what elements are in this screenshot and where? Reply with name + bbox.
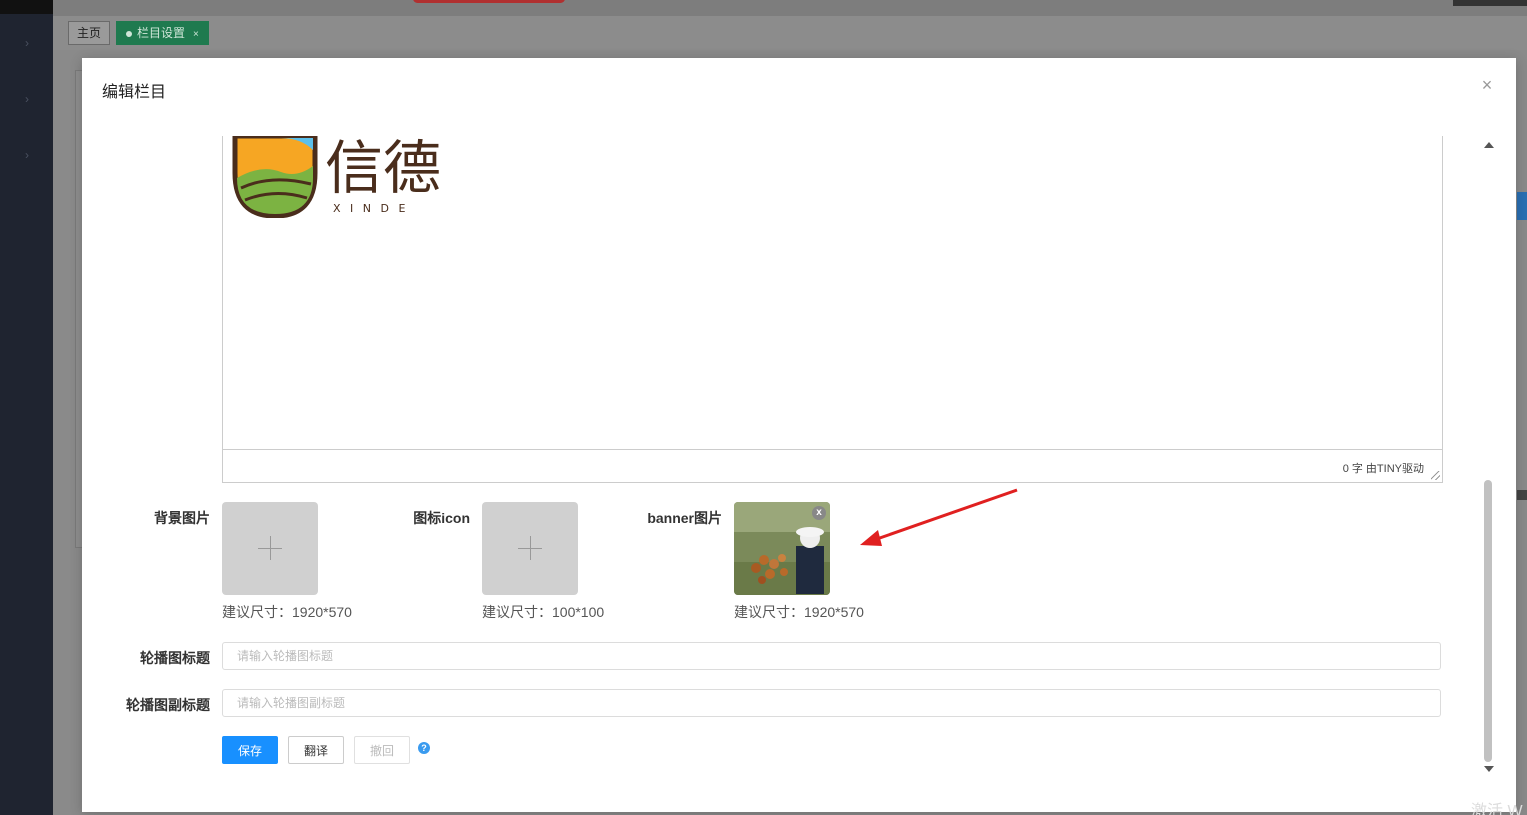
editor-content[interactable]: 信德 X I N D E xyxy=(223,136,1442,450)
activation-watermark: 激活 W xyxy=(1471,803,1523,815)
chevron-right-icon[interactable]: › xyxy=(20,148,34,162)
tab-close-icon[interactable]: × xyxy=(193,29,199,40)
scroll-down-icon[interactable] xyxy=(1484,766,1494,772)
upload-label-icon: 图标icon xyxy=(413,510,470,526)
red-arrow-annotation xyxy=(860,488,1018,546)
scroll-thumb[interactable] xyxy=(1484,480,1492,762)
top-pill xyxy=(413,0,565,3)
sidebar: › › › xyxy=(0,0,53,815)
modal-scrollbar[interactable] xyxy=(1480,136,1496,778)
active-dot-icon xyxy=(126,30,132,37)
chevron-right-icon[interactable]: › xyxy=(20,92,34,106)
carousel-title-label: 轮播图标题 xyxy=(140,650,210,666)
close-icon[interactable]: × xyxy=(1480,76,1494,94)
revoke-button[interactable]: 撤回 xyxy=(354,736,410,764)
background-blue-button xyxy=(1517,192,1527,220)
modal-header: 编辑栏目 × xyxy=(82,58,1516,116)
upload-label-background: 背景图片 xyxy=(154,510,210,526)
translate-button[interactable]: 翻译 xyxy=(288,736,344,764)
upload-icon-button[interactable] xyxy=(482,502,578,595)
upload-hint-icon: 建议尺寸：100*100 xyxy=(482,604,605,620)
modal-title: 编辑栏目 xyxy=(102,84,167,101)
upload-background-button[interactable] xyxy=(222,502,318,595)
plus-icon xyxy=(270,536,271,560)
help-icon[interactable]: ? xyxy=(418,742,430,754)
edit-column-modal: 编辑栏目 × 信德 X I N D E 0 字 由TINY驱动 背景图片 建议尺… xyxy=(82,58,1516,812)
tab-label: 栏目设置 xyxy=(137,26,186,40)
scroll-up-icon[interactable] xyxy=(1484,142,1494,148)
remove-image-icon[interactable]: x xyxy=(812,506,826,520)
xinde-logo: 信德 X I N D E xyxy=(232,136,441,218)
word-count: 0 字 由TINY驱动 xyxy=(1342,463,1424,475)
upload-hint-banner: 建议尺寸：1920*570 xyxy=(734,604,864,620)
carousel-subtitle-input[interactable] xyxy=(222,689,1441,717)
tabs-bar xyxy=(53,16,1527,50)
tab-home[interactable]: 主页 xyxy=(68,21,111,45)
logo-subtext: X I N D E xyxy=(333,202,408,215)
plus-icon xyxy=(530,536,531,560)
upload-label-banner: banner图片 xyxy=(647,510,722,526)
carousel-subtitle-label: 轮播图副标题 xyxy=(126,697,210,713)
sidebar-top xyxy=(0,0,53,14)
chevron-right-icon[interactable]: › xyxy=(20,36,34,50)
carousel-title-input[interactable] xyxy=(222,642,1441,670)
editor-statusbar: 0 字 由TINY驱动 xyxy=(223,450,1442,482)
top-bar xyxy=(53,0,1527,16)
save-button[interactable]: 保存 xyxy=(222,736,278,764)
top-dark-block xyxy=(1453,0,1527,6)
background-dark-mark xyxy=(1517,490,1527,500)
tab-column-settings[interactable]: 栏目设置 × xyxy=(116,21,209,45)
resize-handle-icon[interactable] xyxy=(1431,471,1440,480)
logo-characters: 信德 xyxy=(325,136,441,202)
upload-hint-background: 建议尺寸：1920*570 xyxy=(222,604,352,620)
rich-text-editor[interactable]: 信德 X I N D E 0 字 由TINY驱动 xyxy=(222,136,1443,483)
